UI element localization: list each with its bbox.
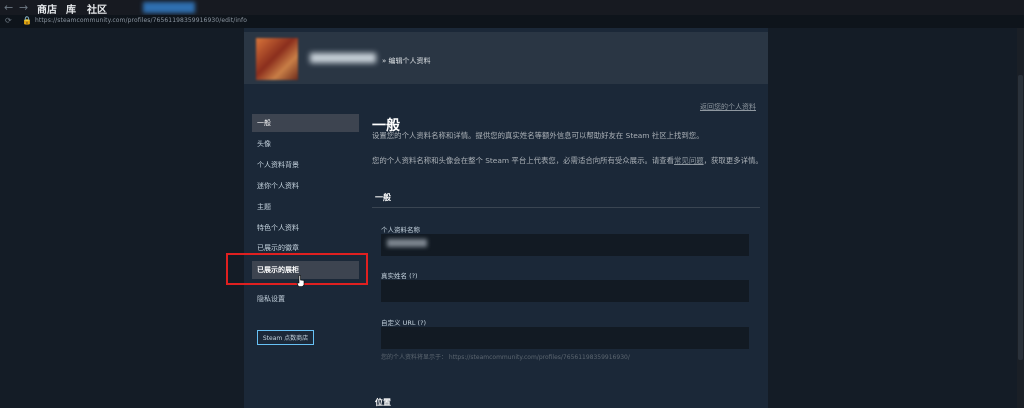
sidebar-item-featured-profile[interactable]: 特色个人资料 — [252, 219, 359, 237]
custom-url-label: 自定义 URL (?) — [381, 319, 427, 327]
forward-arrow-icon[interactable]: → — [19, 1, 28, 14]
custom-url-field[interactable] — [381, 327, 749, 349]
nav-library[interactable]: 库 — [66, 1, 76, 16]
sidebar-item-background[interactable]: 个人资料背景 — [252, 156, 359, 174]
avatar[interactable] — [256, 38, 298, 80]
nav-community[interactable]: 社区 — [87, 1, 107, 16]
back-arrow-icon[interactable]: ← — [4, 1, 13, 14]
username-menu[interactable] — [143, 2, 195, 13]
real-name-field[interactable] — [381, 280, 749, 302]
section-title-general: 一般 — [375, 193, 391, 202]
lock-icon: 🔒 — [22, 16, 32, 25]
hand-cursor-icon — [296, 275, 305, 287]
back-to-profile-link[interactable]: 返回您的个人资料 — [700, 102, 756, 112]
scrollbar-thumb[interactable] — [1018, 75, 1023, 360]
sidebar-item-avatar[interactable]: 头像 — [252, 135, 359, 153]
real-name-label: 真实姓名 (?) — [381, 272, 418, 280]
reload-icon[interactable]: ⟳ — [5, 16, 12, 25]
profile-name-field[interactable] — [381, 234, 749, 256]
points-shop-button[interactable]: Steam 点数商店 — [257, 330, 314, 345]
sidebar-item-theme[interactable]: 主题 — [252, 198, 359, 216]
section-title-location: 位置 — [375, 398, 391, 407]
nav-store[interactable]: 商店 — [37, 1, 57, 16]
profile-name-value-blurred — [387, 239, 427, 247]
intro-text-2: 您的个人资料名称和头像会在整个 Steam 平台上代表您，必需适合向所有受众展示… — [372, 155, 764, 166]
intro-text: 设置您的个人资料名称和详情。提供您的真实姓名等额外信息可以帮助好友在 Steam… — [372, 131, 704, 140]
content-background — [244, 28, 768, 408]
sidebar-item-mini-profile[interactable]: 迷你个人资料 — [252, 177, 359, 195]
url-text[interactable]: https://steamcommunity.com/profiles/7656… — [35, 17, 247, 24]
profile-name-label: 个人资料名称 — [381, 226, 420, 234]
intro-text-2b: ，获取更多详情。 — [703, 156, 763, 165]
custom-url-hint: 您的个人资料将显示于： https://steamcommunity.com/p… — [381, 354, 630, 361]
breadcrumb: » 编辑个人资料 — [382, 57, 431, 65]
faq-link[interactable]: 常见问题 — [674, 156, 704, 165]
sidebar-item-general[interactable]: 一般 — [252, 114, 359, 132]
sidebar-item-privacy[interactable]: 隐私设置 — [252, 290, 359, 308]
intro-text-2a: 您的个人资料名称和头像会在整个 Steam 平台上代表您，必需适合向所有受众展示… — [372, 156, 675, 165]
section-divider — [372, 207, 760, 208]
profile-name-blurred[interactable] — [310, 53, 376, 63]
